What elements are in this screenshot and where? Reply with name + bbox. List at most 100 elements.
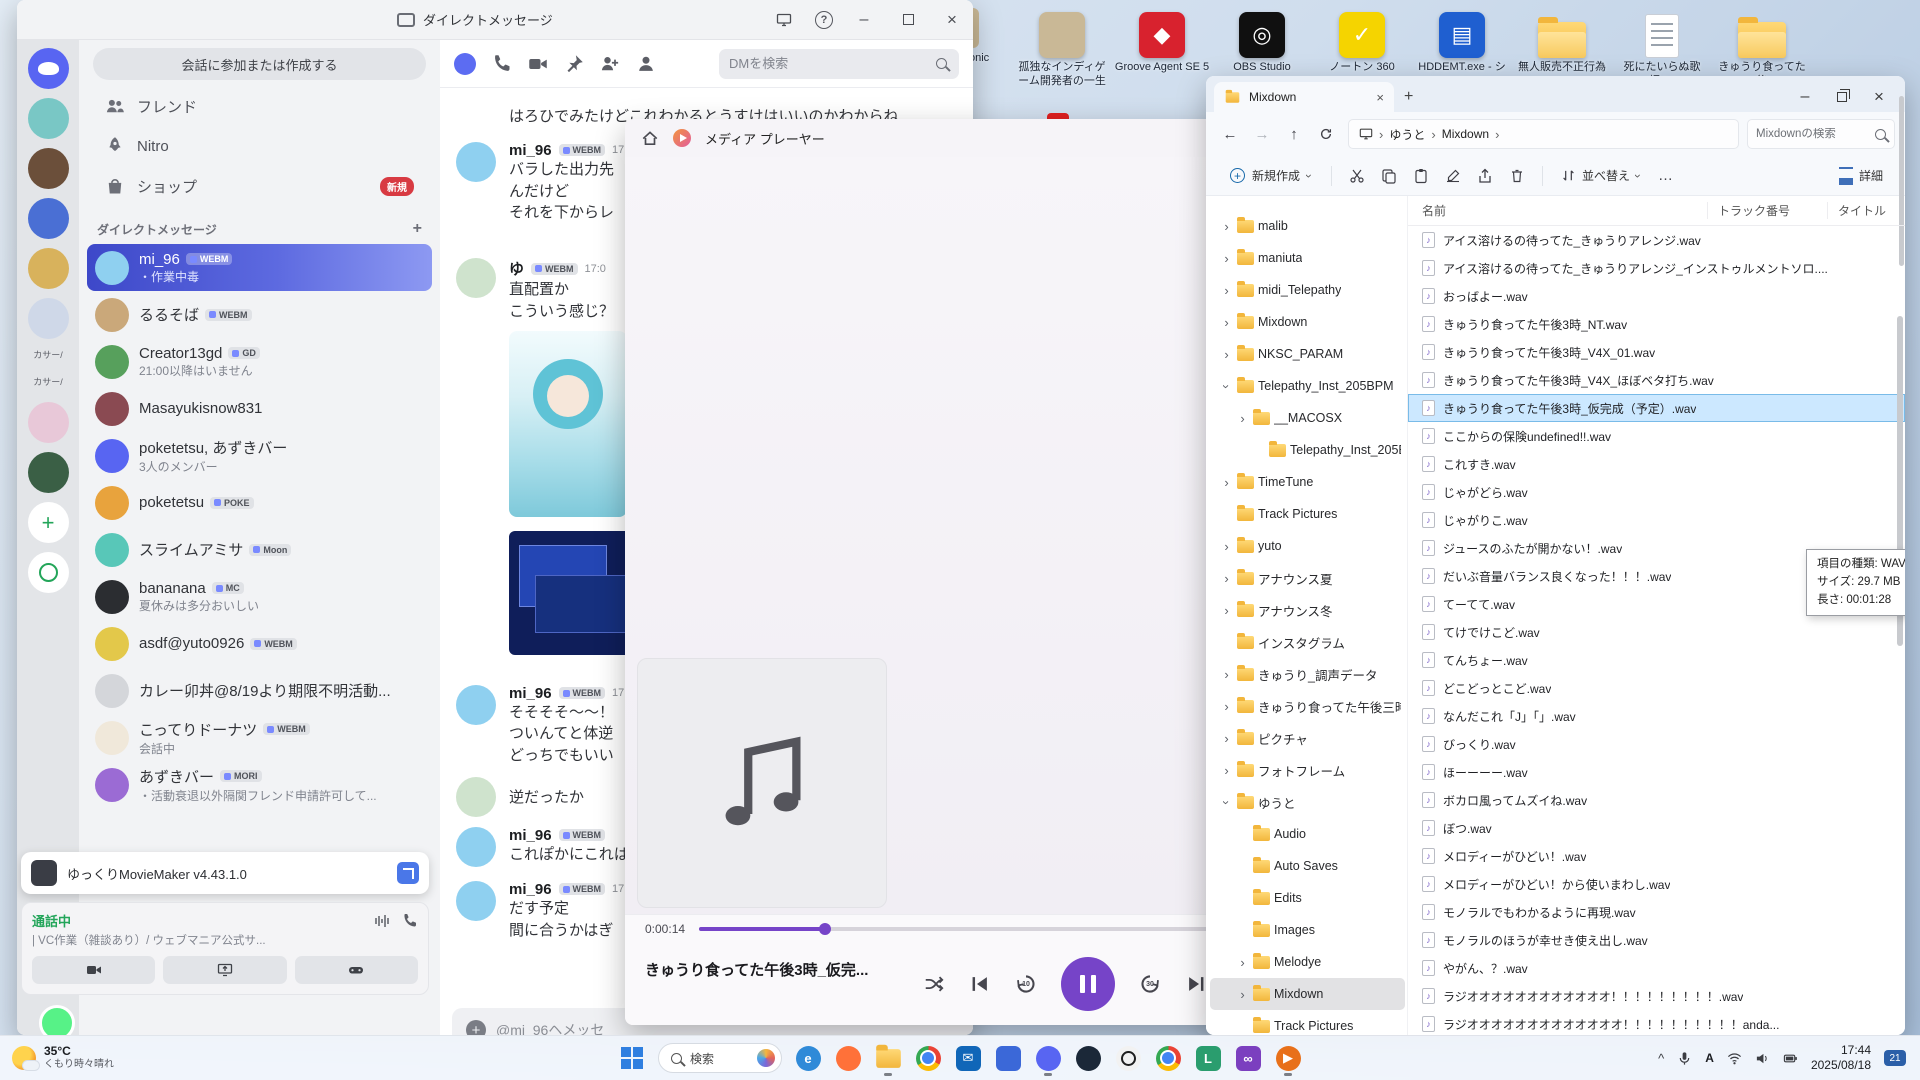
server-icon[interactable] (28, 452, 69, 493)
taskbar-app-icon[interactable] (989, 1039, 1027, 1077)
new-tab-icon[interactable]: + (1404, 88, 1413, 106)
tree-item[interactable]: __MACOSX (1210, 402, 1405, 434)
avatar[interactable] (95, 627, 129, 661)
desktop-icon[interactable]: ◆ Groove Agent SE 5 (1112, 6, 1212, 89)
dm-item[interactable]: Creator13gd GD 21:00以降はいません (87, 338, 432, 385)
clock[interactable]: 17:44 2025/08/18 (1811, 1043, 1871, 1073)
explorer-tab[interactable]: Mixdown × (1214, 82, 1394, 112)
expand-chevron-icon[interactable] (1220, 763, 1233, 778)
cut-button[interactable] (1342, 161, 1372, 191)
attach-icon[interactable]: + (466, 1020, 486, 1035)
avatar[interactable] (456, 685, 496, 725)
server-avatar[interactable] (28, 248, 69, 289)
tree-item[interactable]: Images (1210, 914, 1405, 946)
start-button[interactable] (613, 1039, 651, 1077)
expand-chevron-icon[interactable] (1220, 571, 1233, 586)
file-row[interactable]: メロディーがひどい！から使いまわし.wav (1408, 870, 1905, 898)
add-friend-icon[interactable] (600, 54, 620, 74)
tree-item[interactable]: ピクチャ (1210, 722, 1405, 754)
video-call-icon[interactable] (528, 54, 548, 74)
expand-chevron-icon[interactable] (1220, 699, 1233, 714)
call-channel[interactable]: | VC作業（雑談あり）/ ウェブマニア公式サ... (32, 932, 418, 948)
tree-item[interactable]: ゆうと (1210, 786, 1405, 818)
dm-item[interactable]: poketetsu POKE (87, 479, 432, 526)
back-button[interactable]: ← (1216, 120, 1244, 148)
file-row[interactable]: モノラルのほうが幸せき使え出し.wav (1408, 926, 1905, 954)
taskbar-app-icon[interactable] (1109, 1039, 1147, 1077)
avatar[interactable] (456, 777, 496, 817)
server-icon[interactable] (28, 98, 69, 139)
avatar[interactable] (456, 881, 496, 921)
view-details-button[interactable]: 詳細 (1831, 161, 1891, 191)
avatar[interactable] (95, 298, 129, 332)
expand-chevron-icon[interactable] (1220, 219, 1233, 234)
taskbar-search[interactable]: 検索 (658, 1043, 782, 1073)
desktop-icon[interactable]: 孤独なインディゲーム開発者の一生 (1012, 6, 1112, 89)
tree-item[interactable]: Mixdown (1210, 978, 1405, 1010)
taskbar-app-icon[interactable] (1029, 1039, 1067, 1077)
tree-item[interactable]: midi_Telepathy (1210, 274, 1405, 306)
delete-button[interactable] (1502, 161, 1532, 191)
tree-item[interactable]: Telepathy_Inst_205BPM (1210, 370, 1405, 402)
expand-chevron-icon[interactable] (1220, 315, 1233, 330)
tree-item[interactable]: maniuta (1210, 242, 1405, 274)
file-row[interactable]: アイス溶けるの待ってた_きゅうりアレンジ.wav (1408, 226, 1905, 254)
user-avatar[interactable] (39, 1005, 75, 1035)
add-server-icon[interactable] (28, 502, 69, 543)
avatar[interactable] (95, 674, 129, 708)
expand-chevron-icon[interactable] (1219, 796, 1234, 809)
dm-item[interactable]: カレー卯丼@8/19より期限不明活動... (87, 667, 432, 714)
dm-item[interactable]: asdf@yuto0926 WEBM (87, 620, 432, 667)
taskbar-app-icon[interactable] (1149, 1039, 1187, 1077)
server-icon[interactable] (28, 148, 69, 189)
camera-button[interactable] (32, 956, 155, 984)
tray-overflow-icon[interactable] (1658, 1051, 1664, 1066)
avatar[interactable] (95, 345, 129, 379)
wifi-icon[interactable] (1727, 1051, 1742, 1066)
microphone-icon[interactable] (1677, 1051, 1692, 1066)
file-row[interactable]: ぼつ.wav (1408, 814, 1905, 842)
avatar[interactable] (95, 392, 129, 426)
tree-item[interactable]: Track Pictures (1210, 498, 1405, 530)
tree-item[interactable]: Auto Saves (1210, 850, 1405, 882)
dm-item[interactable]: poketetsu, あずきバー 3人のメンバー (87, 432, 432, 479)
avatar[interactable] (456, 142, 496, 182)
server-icon[interactable] (28, 402, 69, 443)
tree-item[interactable]: インスタグラム (1210, 626, 1405, 658)
avatar[interactable] (456, 258, 496, 298)
dm-item[interactable]: こってりドーナツ WEBM 会話中 (87, 714, 432, 761)
file-row[interactable]: ラジオオオオオオオオオオオオ！！！！！！！！！.wav (1408, 982, 1905, 1010)
voice-call-icon[interactable] (492, 54, 512, 74)
tree-item[interactable]: yuto (1210, 530, 1405, 562)
avatar[interactable] (95, 580, 129, 614)
more-options-button[interactable]: … (1650, 167, 1681, 184)
paste-button[interactable] (1406, 161, 1436, 191)
notification-count-badge[interactable]: 21 (1884, 1050, 1906, 1066)
tree-item[interactable]: Melodye (1210, 946, 1405, 978)
pin-icon[interactable] (564, 54, 584, 74)
file-row[interactable]: ほーーーー.wav (1408, 758, 1905, 786)
expand-chevron-icon[interactable] (1236, 987, 1249, 1002)
avatar[interactable] (95, 486, 129, 520)
server-icon[interactable]: カサー/ (33, 348, 63, 366)
tree-item[interactable]: NKSC_PARAM (1210, 338, 1405, 370)
battery-icon[interactable] (1783, 1051, 1798, 1066)
expand-chevron-icon[interactable] (1220, 603, 1233, 618)
avatar[interactable] (95, 768, 129, 802)
noise-suppression-icon[interactable] (374, 913, 390, 929)
create-dm-icon[interactable]: + (413, 220, 422, 238)
file-row[interactable]: てんちょー.wav (1408, 646, 1905, 674)
dm-item[interactable]: Masayukisnow831 (87, 385, 432, 432)
activity-button[interactable] (295, 956, 418, 984)
breadcrumb-item[interactable]: Mixdown (1442, 127, 1489, 141)
tree-item[interactable]: TimeTune (1210, 466, 1405, 498)
close-button[interactable] (1869, 87, 1889, 107)
server-icon[interactable] (28, 248, 69, 289)
file-row[interactable]: モノラルでもわかるように再現.wav (1408, 898, 1905, 926)
expand-chevron-icon[interactable] (1220, 667, 1233, 682)
join-create-button[interactable]: 会話に参加または作成する (93, 48, 426, 80)
explorer-search[interactable] (1747, 119, 1895, 149)
popout-icon[interactable] (397, 862, 419, 884)
file-row[interactable]: てけでけこど.wav (1408, 618, 1905, 646)
server-icon[interactable] (28, 198, 69, 239)
